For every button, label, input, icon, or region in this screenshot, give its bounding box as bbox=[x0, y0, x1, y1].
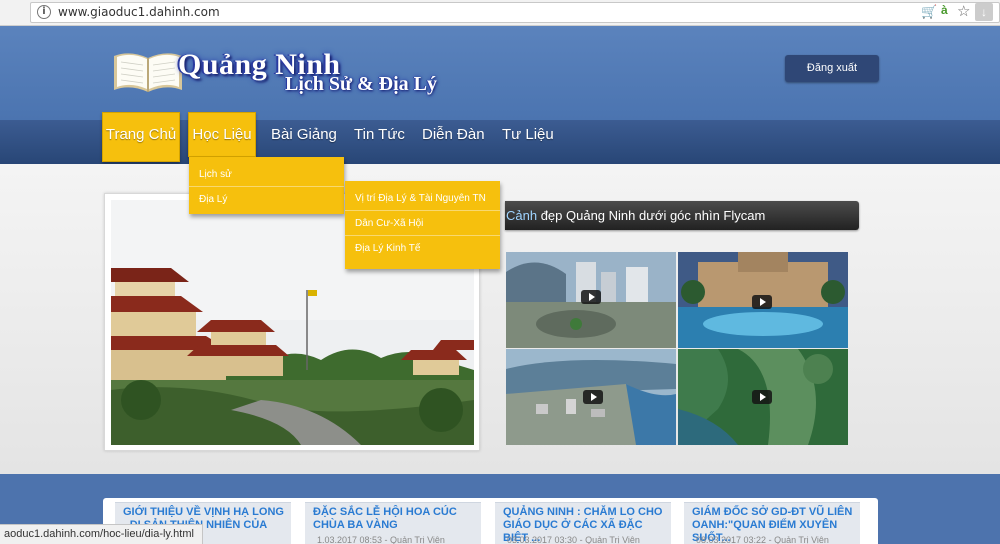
submenu-item-dan-cu[interactable]: Dân Cư-Xã Hội bbox=[345, 211, 500, 236]
news-item-meta: 1.03.2017 08:53 - Quản Trị Viên bbox=[317, 535, 445, 544]
download-arrow-icon[interactable]: ↓ bbox=[975, 3, 993, 21]
nav-item-dien-dan[interactable]: Diễn Đàn bbox=[422, 120, 485, 164]
translate-icon[interactable]: à bbox=[941, 3, 948, 17]
hoc-lieu-dropdown: Lịch sử Địa Lý bbox=[189, 157, 344, 214]
dropdown-item-lich-su[interactable]: Lịch sử bbox=[189, 162, 344, 187]
browser-status-url: aoduc1.dahinh.com/hoc-lieu/dia-ly.html bbox=[0, 524, 203, 544]
news-item[interactable]: ĐẶC SẮC LỄ HỘI HOA CÚC CHÙA BA VÀNG 1.03… bbox=[305, 502, 481, 544]
address-url[interactable]: www.giaoduc1.dahinh.com bbox=[58, 5, 220, 19]
dropdown-item-dia-ly[interactable]: Địa Lý bbox=[189, 187, 344, 212]
play-icon[interactable] bbox=[752, 390, 772, 404]
submenu-item-vi-tri[interactable]: Vị trí Địa Lý & Tài Nguyên TN bbox=[345, 186, 500, 211]
news-item[interactable]: QUẢNG NINH : CHĂM LO CHO GIÁO DỤC Ở CÁC … bbox=[495, 502, 671, 544]
dia-ly-submenu: Vị trí Địa Lý & Tài Nguyên TN Dân Cư-Xã … bbox=[345, 181, 500, 269]
news-item-meta: 03.03.2017 03:30 - Quản Trị Viên bbox=[507, 535, 640, 544]
news-item-meta: 08.03.2017 03:22 - Quản Trị Viên bbox=[696, 535, 829, 544]
main-navigation: Trang Chủ Học Liệu Bài Giảng Tin Tức Diễ… bbox=[0, 112, 1000, 164]
video-section-title: Cảnh đẹp Quảng Ninh dưới góc nhìn Flycam bbox=[506, 208, 766, 223]
bookmark-star-icon[interactable]: ☆ bbox=[957, 2, 970, 20]
nav-item-tu-lieu[interactable]: Tư Liệu bbox=[502, 120, 554, 164]
news-item-title[interactable]: ĐẶC SẮC LỄ HỘI HOA CÚC CHÙA BA VÀNG bbox=[313, 506, 479, 532]
shopping-cart-icon[interactable]: 🛒 bbox=[921, 4, 937, 20]
info-icon[interactable]: i bbox=[37, 5, 51, 19]
submenu-item-kinh-te[interactable]: Địa Lý Kinh Tế bbox=[345, 236, 500, 261]
logo-subtitle[interactable]: Lịch Sử & Địa Lý bbox=[285, 73, 437, 96]
news-item[interactable]: GIÁM ĐỐC SỞ GD-ĐT VŨ LIÊN OANH:"QUAN ĐIỂ… bbox=[684, 502, 860, 544]
nav-item-trang-chu[interactable]: Trang Chủ bbox=[102, 112, 180, 162]
logout-button[interactable]: Đăng xuất bbox=[785, 55, 879, 82]
play-icon[interactable] bbox=[581, 290, 601, 304]
play-icon[interactable] bbox=[752, 295, 772, 309]
play-icon[interactable] bbox=[583, 390, 603, 404]
open-book-logo-icon[interactable] bbox=[112, 48, 184, 94]
nav-item-tin-tuc[interactable]: Tin Tức bbox=[354, 120, 405, 164]
nav-item-hoc-lieu[interactable]: Học Liệu bbox=[188, 112, 256, 157]
browser-toolbar: i www.giaoduc1.dahinh.com 🛒 à ☆ ↓ bbox=[0, 0, 1000, 26]
